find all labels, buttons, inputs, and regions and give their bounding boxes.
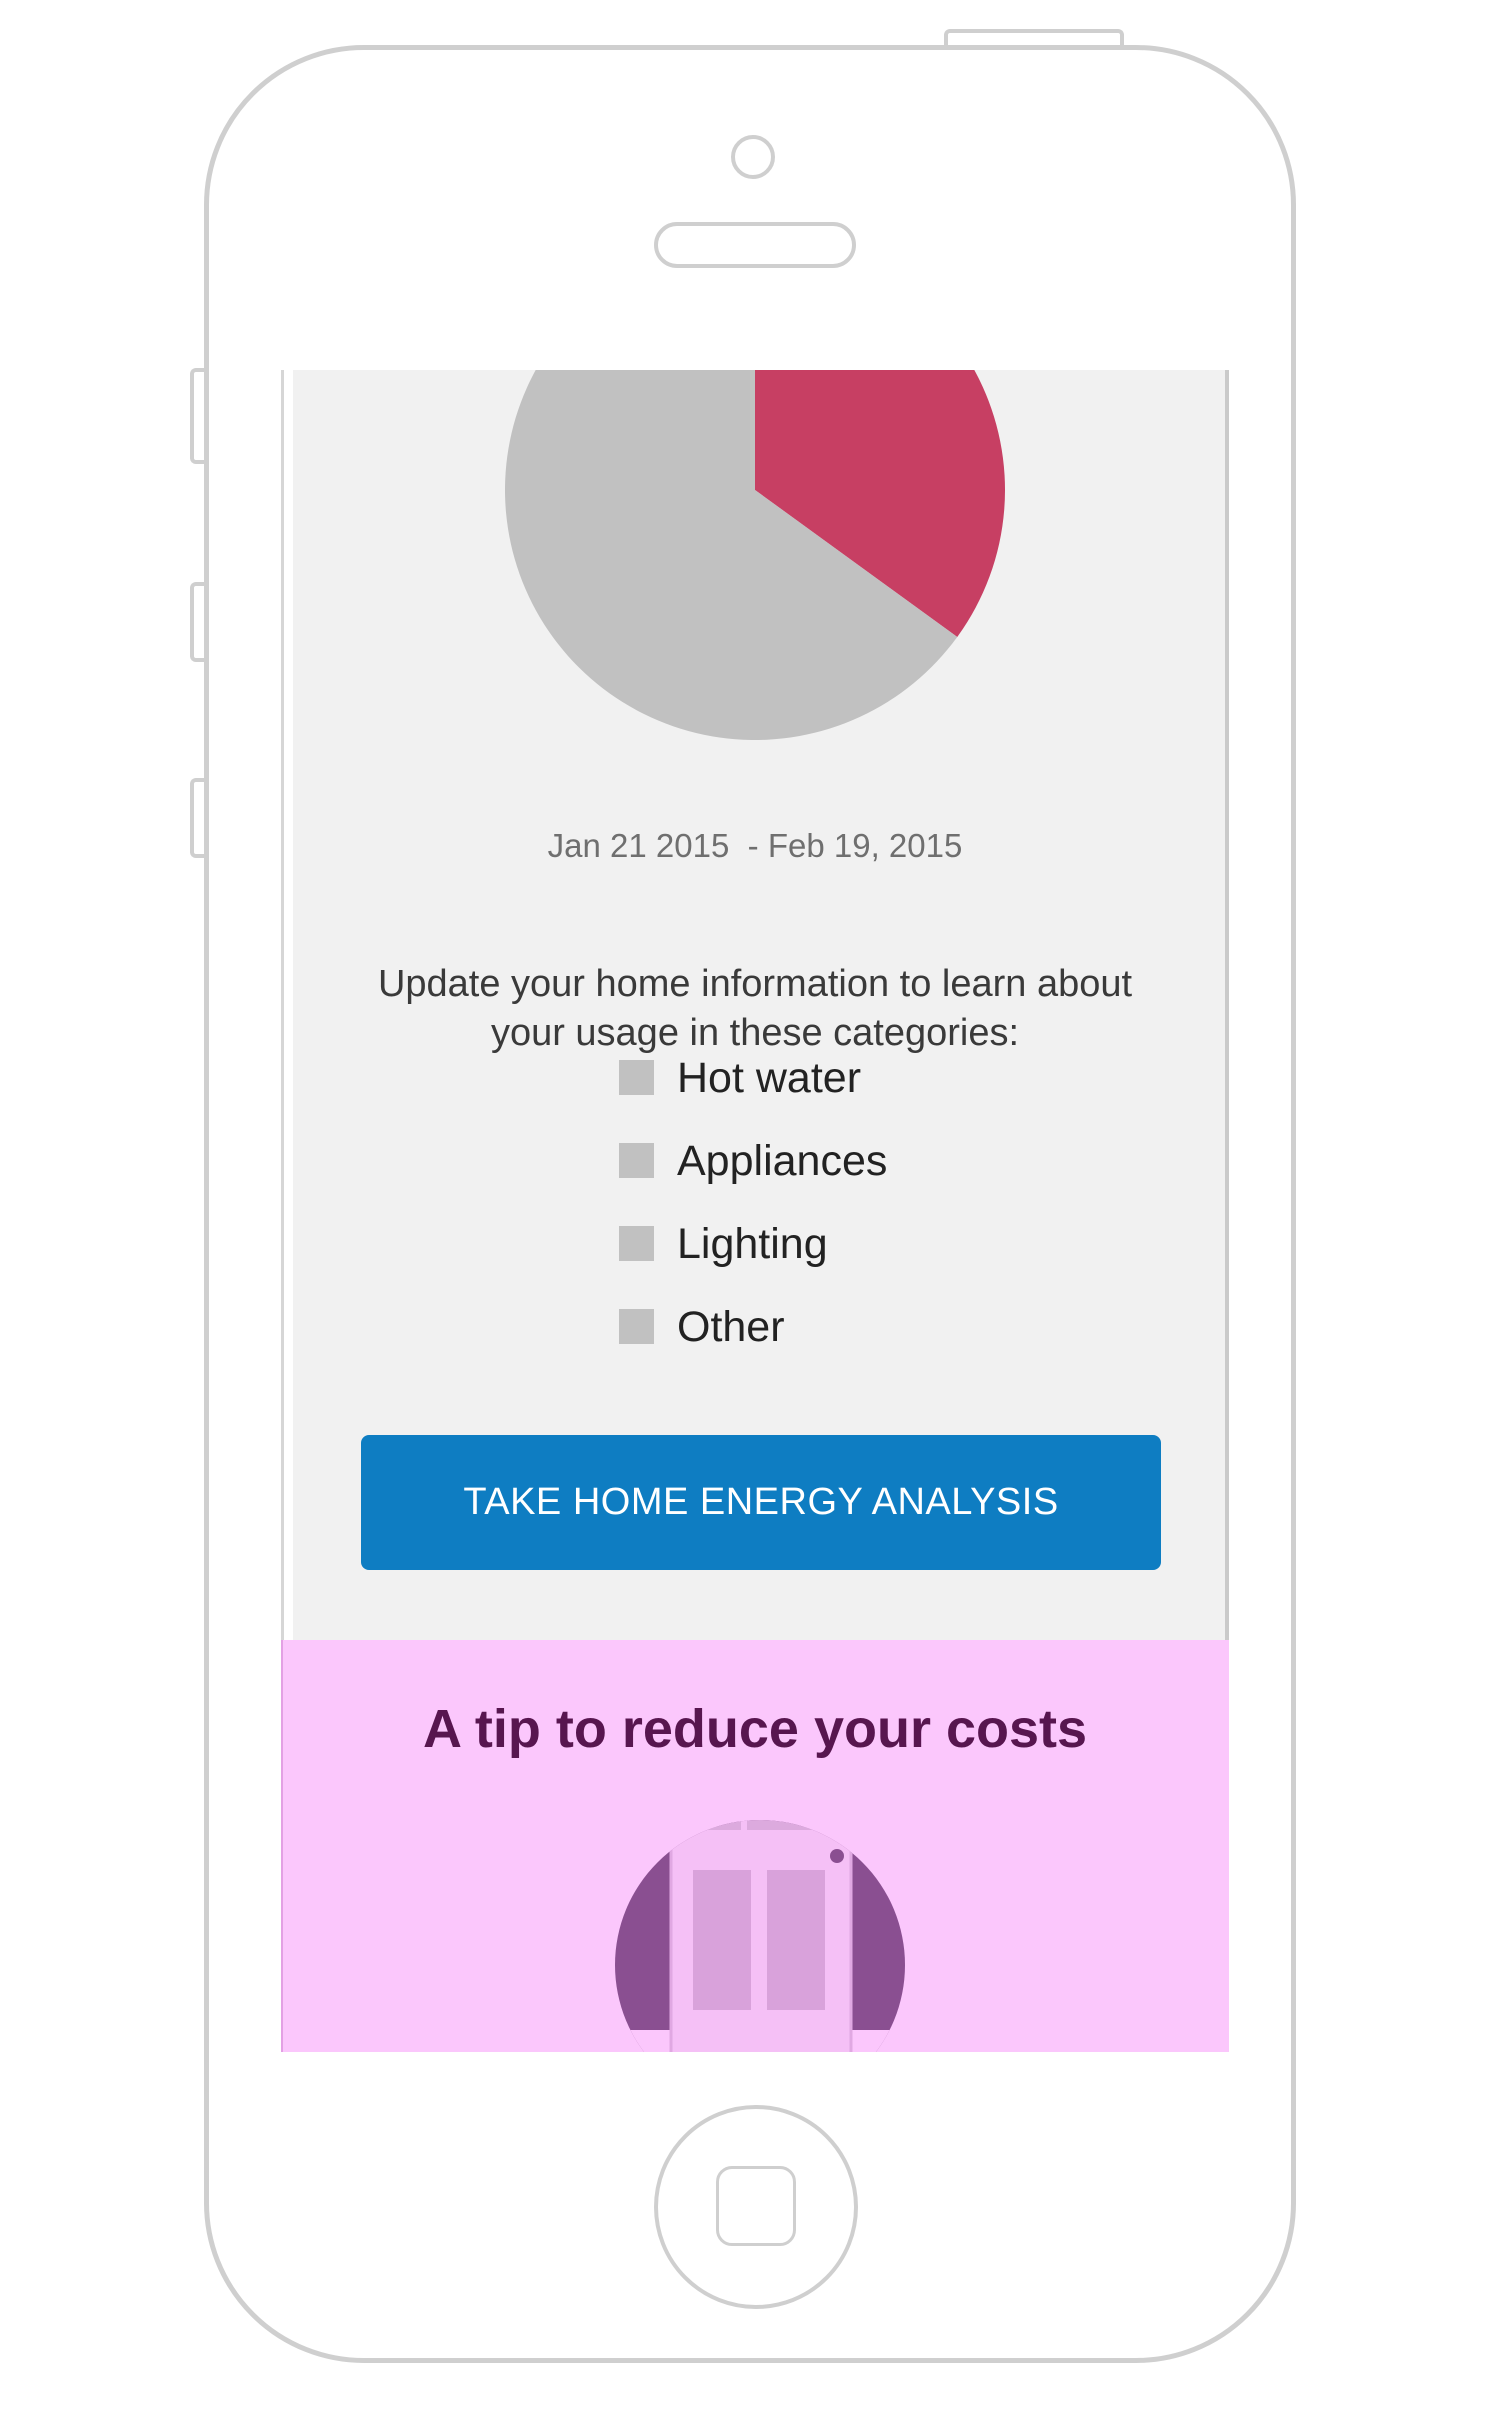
legend-label: Lighting (677, 1220, 828, 1268)
front-camera (731, 135, 775, 179)
legend-item-appliances: Appliances (619, 1137, 1039, 1226)
take-home-energy-analysis-button[interactable]: TAKE HOME ENERGY ANALYSIS (361, 1435, 1161, 1570)
legend-item-hot-water: Hot water (619, 1054, 1039, 1143)
legend-swatch (619, 1143, 654, 1178)
legend-swatch (619, 1226, 654, 1261)
screen-edge (281, 370, 284, 1640)
date-range: Jan 21 2015 - Feb 19, 2015 (547, 827, 963, 864)
tip-title: A tip to reduce your costs (422, 1699, 1088, 1759)
category-legend: Hot water Appliances Lighting Other (619, 1054, 1039, 1392)
legend-swatch (619, 1309, 654, 1344)
door-icon (615, 1820, 905, 2052)
legend-item-other: Other (619, 1303, 1039, 1392)
legend-label: Hot water (677, 1054, 862, 1102)
usage-pie-chart (505, 370, 1005, 740)
intro-text: Update your home information to learn ab… (377, 963, 1133, 1054)
legend-label: Appliances (677, 1137, 888, 1185)
home-button-icon (716, 2166, 796, 2246)
legend-swatch (619, 1060, 654, 1095)
earpiece-speaker (654, 222, 856, 268)
legend-label: Other (677, 1303, 785, 1351)
screen: Jan 21 2015 - Feb 19, 2015 Update your h… (281, 370, 1229, 2052)
legend-item-lighting: Lighting (619, 1220, 1039, 1309)
